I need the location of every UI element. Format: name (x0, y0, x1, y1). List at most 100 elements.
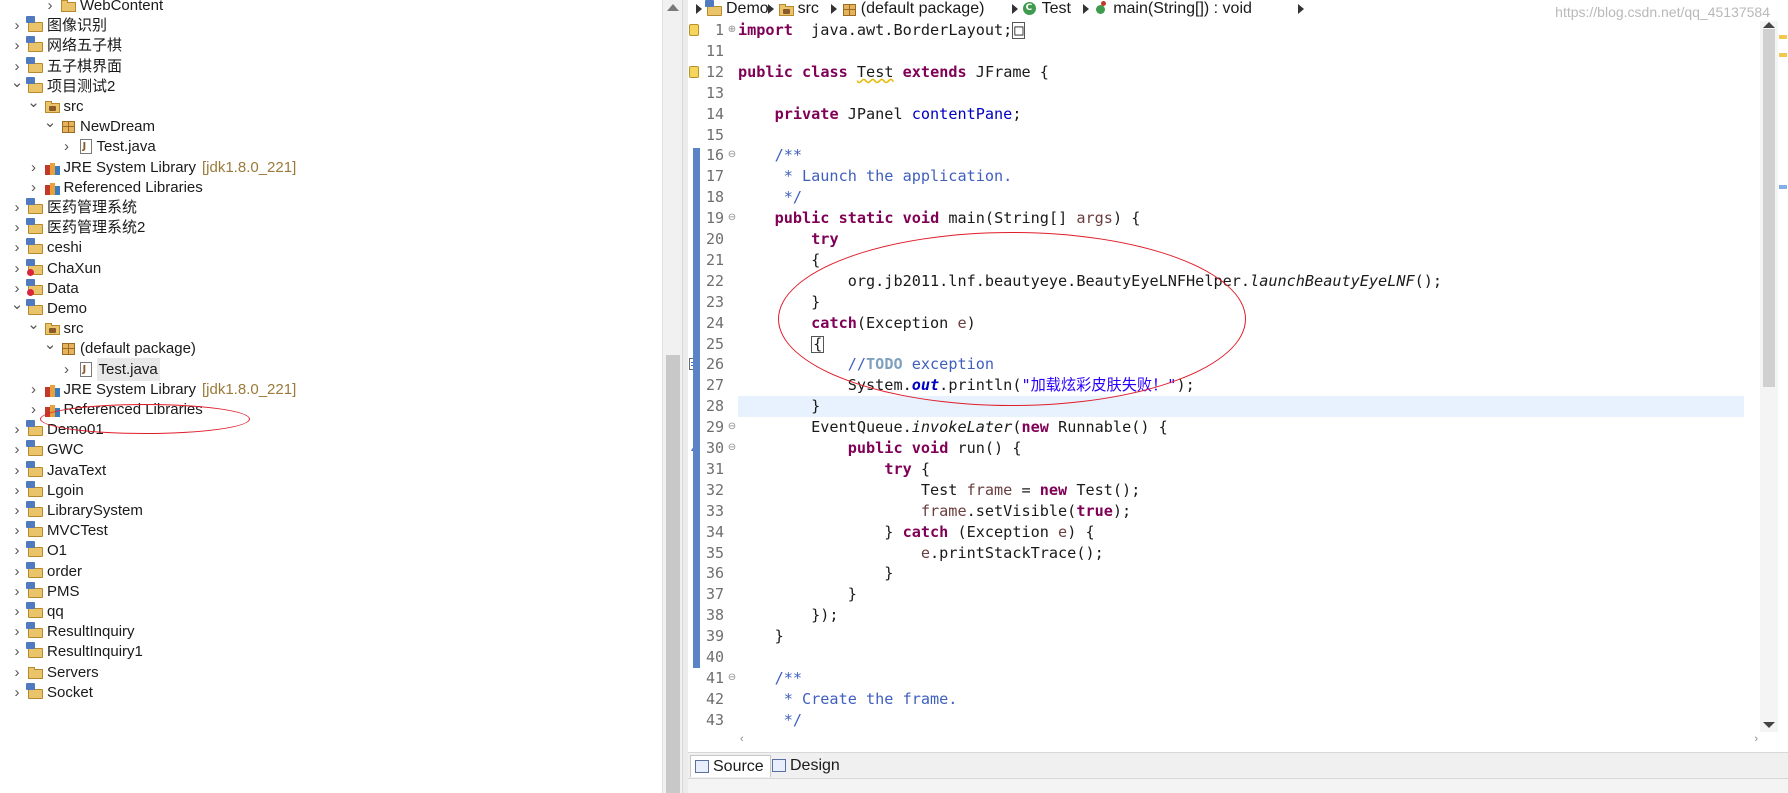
explorer-scrollbar[interactable] (662, 0, 683, 793)
java-project-icon (26, 682, 44, 701)
editor-vertical-scrollbar[interactable] (1760, 21, 1778, 732)
scroll-right-arrow-icon[interactable]: › (1754, 733, 1758, 745)
fold-collapse-icon[interactable]: ⊖ (726, 417, 738, 438)
code-line[interactable]: private JPanel contentPane; (738, 104, 1744, 125)
code-line[interactable] (738, 83, 1744, 104)
code-line[interactable]: Test frame = new Test(); (738, 480, 1744, 501)
folder-icon (60, 0, 77, 14)
breadcrumb-item[interactable]: src (778, 0, 819, 17)
code-token: /** (774, 668, 803, 687)
breadcrumb-item[interactable]: C Test (1022, 0, 1071, 17)
code-line[interactable]: * Create the frame. (738, 689, 1744, 710)
code-token: □ (1012, 21, 1026, 39)
code-line[interactable]: e.printStackTrace(); (738, 543, 1744, 564)
code-token: ); (1112, 501, 1132, 520)
code-line[interactable]: /** (738, 145, 1744, 166)
fold-expand-icon[interactable]: ⊕ (726, 20, 738, 41)
code-line[interactable]: try { (738, 459, 1744, 480)
code-line[interactable]: public class Test extends JFrame { (738, 62, 1744, 83)
code-line[interactable]: public static void main(String[] args) { (738, 208, 1744, 229)
fold-collapse-icon[interactable]: ⊖ (726, 668, 738, 689)
code-line[interactable] (738, 647, 1744, 668)
line-number: 23 (705, 292, 724, 311)
java-project-icon (26, 581, 44, 600)
scroll-down-arrow-icon[interactable] (1763, 722, 1775, 728)
code-line[interactable]: } (738, 626, 1744, 647)
java-project-icon (705, 0, 722, 16)
explorer-scrollbar-thumb[interactable] (666, 355, 680, 793)
code-line[interactable]: import java.awt.BorderLayout; □ (738, 20, 1744, 41)
chevron-right-icon[interactable]: › (10, 681, 24, 704)
editor-horizontal-scrollbar[interactable]: ‹ › (738, 732, 1760, 746)
breadcrumb-separator-icon (1297, 4, 1304, 14)
code-line[interactable]: * Launch the application. (738, 166, 1744, 187)
code-token: extends (902, 62, 967, 81)
code-token: ) { (1067, 522, 1095, 541)
code-token: ) (966, 313, 976, 332)
overview-warning-mark[interactable] (1779, 35, 1787, 39)
overview-task-mark[interactable] (1779, 185, 1787, 189)
code-line[interactable]: /** (738, 668, 1744, 689)
scroll-up-arrow-icon[interactable] (667, 4, 679, 11)
code-token: args (1076, 209, 1113, 228)
code-line[interactable]: }); (738, 605, 1744, 626)
code-line[interactable]: org.jb2011.lnf.beautyeye.BeautyEyeLNFHel… (738, 271, 1744, 292)
code-token: void (911, 439, 949, 457)
breadcrumb-item[interactable]: Demo (705, 0, 769, 17)
code-line[interactable] (738, 41, 1744, 62)
code-line[interactable]: } (738, 584, 1744, 605)
code-line[interactable]: EventQueue.invokeLater(new Runnable() { (738, 417, 1744, 438)
fold-collapse-icon[interactable]: ⊖ (726, 438, 738, 459)
line-number: 11 (705, 41, 724, 60)
code-line[interactable]: catch(Exception e) (738, 313, 1744, 334)
line-number: 1 (714, 21, 724, 39)
tab-source[interactable]: Source (690, 755, 771, 777)
java-project-icon (26, 501, 44, 519)
code-line[interactable]: } (738, 292, 1744, 313)
line-number: 12 (705, 62, 724, 81)
status-strip (688, 778, 1788, 793)
code-token: new (1039, 480, 1068, 499)
code-line[interactable]: frame.setVisible(true); (738, 501, 1744, 522)
editor-scrollbar-thumb[interactable] (1763, 29, 1775, 387)
line-number: 34 (705, 522, 724, 541)
overview-ruler[interactable] (1778, 21, 1788, 732)
code-line[interactable]: try (738, 229, 1744, 250)
code-line[interactable]: } catch (Exception e) { (738, 522, 1744, 543)
breadcrumb-item[interactable]: (default package) (841, 0, 985, 17)
scroll-left-arrow-icon[interactable]: ‹ (740, 733, 744, 745)
tree-item[interactable]: › Socket (0, 681, 660, 704)
editor-bottom-tabs: Source Design (688, 752, 1788, 778)
fold-collapse-icon[interactable]: ⊖ (726, 208, 738, 229)
breadcrumb-item[interactable]: main(String[]) : void (1093, 0, 1252, 17)
tab-design[interactable]: Design (768, 755, 846, 777)
folder-icon (27, 664, 44, 681)
code-token: main(String[] (939, 209, 1077, 228)
fold-collapse-icon[interactable]: ⊖ (726, 145, 738, 166)
overview-warning-mark[interactable] (1779, 53, 1787, 57)
code-line[interactable]: { (738, 250, 1744, 271)
code-line[interactable]: { (738, 334, 1744, 355)
line-number: 22 (705, 271, 724, 290)
java-project-icon (26, 480, 44, 499)
java-project-icon (26, 602, 44, 620)
code-token: void (902, 209, 940, 228)
scroll-up-arrow-icon[interactable] (1763, 22, 1775, 28)
code-area[interactable]: 1 ⊕ import java.awt.BorderLayout; □ 11 12 publ… (688, 21, 1760, 732)
code-line[interactable]: } (738, 396, 1744, 418)
code-line[interactable]: */ (738, 187, 1744, 208)
code-token: try (884, 459, 912, 478)
package-icon (60, 118, 77, 135)
code-line[interactable]: */ (738, 710, 1744, 731)
code-line[interactable]: System.out.println("加载炫彩皮肤失败！"); (738, 375, 1744, 396)
code-line[interactable]: } (738, 563, 1744, 584)
code-line[interactable]: public void run() { (738, 438, 1744, 459)
code-line[interactable] (738, 125, 1744, 146)
code-line[interactable]: //TODO exception (738, 354, 1744, 375)
breadcrumb-label: (default package) (860, 0, 985, 17)
code-token: (); (1414, 271, 1443, 290)
